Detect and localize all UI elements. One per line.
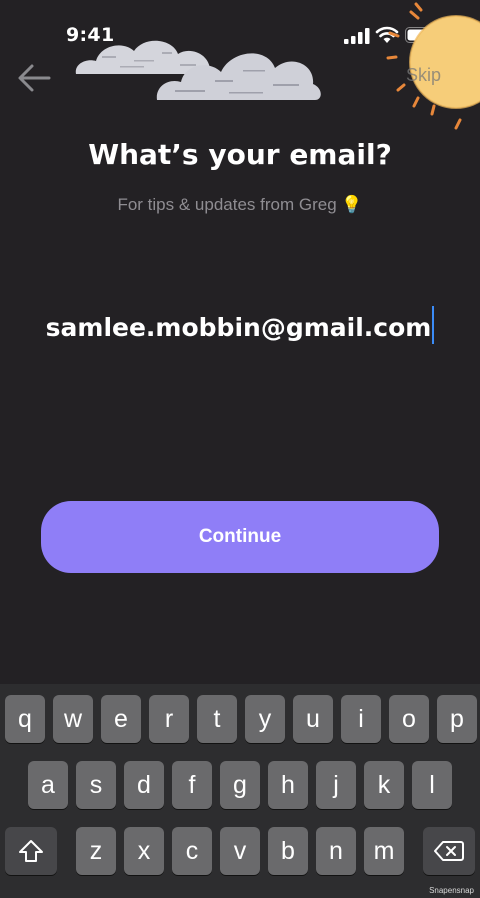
key-z[interactable]: z [76,827,116,875]
key-j[interactable]: j [316,761,356,809]
key-p[interactable]: p [437,695,477,743]
key-o[interactable]: o [389,695,429,743]
continue-button[interactable]: Continue [41,501,439,573]
key-n[interactable]: n [316,827,356,875]
key-t[interactable]: t [197,695,237,743]
shift-icon [19,840,43,862]
watermark: Snapensnap [429,886,474,895]
arrow-left-icon [18,64,51,92]
cloud-illustration [156,53,321,100]
key-q[interactable]: q [5,695,45,743]
key-c[interactable]: c [172,827,212,875]
key-i[interactable]: i [341,695,381,743]
key-v[interactable]: v [220,827,260,875]
cellular-signal-icon [344,28,370,44]
key-w[interactable]: w [53,695,93,743]
key-x[interactable]: x [124,827,164,875]
key-l[interactable]: l [412,761,452,809]
key-a[interactable]: a [28,761,68,809]
key-m[interactable]: m [364,827,404,875]
page-title: What’s your email? [88,138,392,171]
key-u[interactable]: u [293,695,333,743]
key-s[interactable]: s [76,761,116,809]
key-b[interactable]: b [268,827,308,875]
key-r[interactable]: r [149,695,189,743]
back-button[interactable] [14,60,54,96]
keyboard: q w e r t y u i o p a s d f g h j k l z … [0,684,480,898]
email-input[interactable]: samlee.mobbin@gmail.com [0,306,480,344]
page-subtitle: For tips & updates from Greg 💡 [117,195,363,214]
backspace-icon [434,841,464,861]
key-k[interactable]: k [364,761,404,809]
key-h[interactable]: h [268,761,308,809]
shift-key[interactable] [5,827,57,875]
key-e[interactable]: e [101,695,141,743]
key-y[interactable]: y [245,695,285,743]
delete-key[interactable] [423,827,475,875]
key-d[interactable]: d [124,761,164,809]
skip-button[interactable]: Skip [406,65,441,86]
text-caret [432,306,435,344]
key-g[interactable]: g [220,761,260,809]
email-value: samlee.mobbin@gmail.com [45,313,432,342]
key-f[interactable]: f [172,761,212,809]
